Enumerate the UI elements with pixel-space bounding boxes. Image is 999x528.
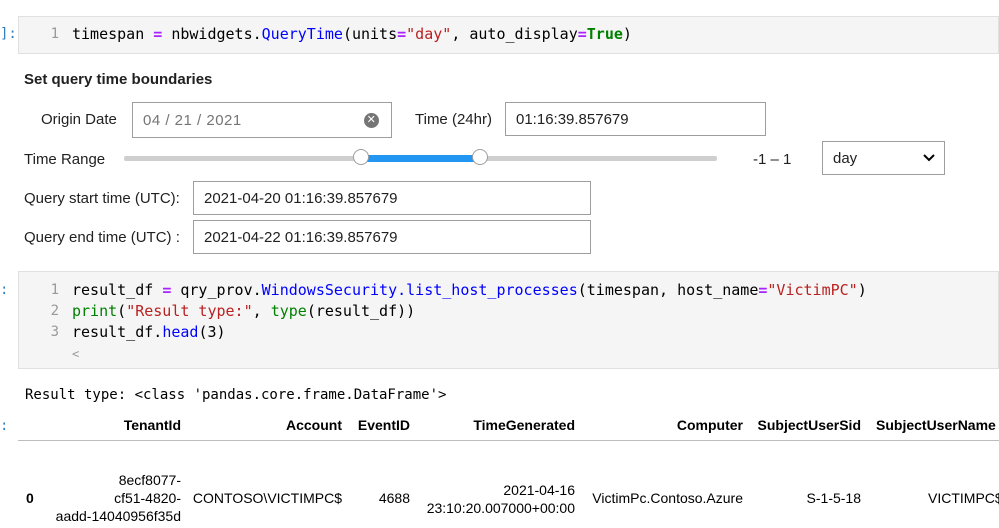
time-input[interactable]: 01:16:39.857679 (505, 102, 766, 136)
code-line: timespan = nbwidgets.QueryTime(units="da… (72, 25, 632, 43)
widget-title: Set query time boundaries (24, 71, 213, 88)
end-time-value: 2021-04-22 01:16:39.857679 (204, 228, 398, 246)
output-prompt: : (0, 418, 9, 434)
code-cell-2[interactable]: 1 result_df = qry_prov.WindowsSecurity.l… (18, 271, 999, 369)
time-range-slider-fill (361, 155, 480, 162)
col-header-eventid: EventID (357, 417, 410, 433)
table-header-row: TenantId Account EventID TimeGenerated C… (18, 410, 999, 441)
start-time-value: 2021-04-20 01:16:39.857679 (204, 189, 398, 207)
time-range-label: Time Range (24, 151, 106, 168)
scroll-left-arrow[interactable]: < (72, 347, 79, 361)
code-cell-1[interactable]: 1 timespan = nbwidgets.QueryTime(units="… (18, 16, 999, 54)
start-time-label: Query start time (UTC): (24, 190, 180, 207)
line-number: 1 (50, 282, 59, 298)
col-header-tenantid: TenantId (123, 417, 181, 433)
cell-tenantid: 8ecf8077- cf51-4820- aadd-14040956f35d (55, 472, 181, 524)
code-line: result_df = qry_prov.WindowsSecurity.lis… (72, 281, 867, 299)
cell-prompt: ]: (0, 26, 17, 42)
chevron-down-icon (923, 154, 935, 162)
code-line: result_df.head(3) (72, 323, 226, 341)
cell-eventid: 4688 (378, 490, 410, 506)
time-value: 01:16:39.857679 (516, 110, 629, 128)
end-time-input[interactable]: 2021-04-22 01:16:39.857679 (193, 220, 591, 254)
cell-subjectusersid: S-1-5-18 (806, 490, 861, 506)
cell-timegenerated: 2021-04-16 23:10:20.007000+00:00 (426, 482, 575, 516)
col-header-timegenerated: TimeGenerated (473, 417, 575, 433)
col-header-subjectusersid: SubjectUserSid (757, 417, 861, 433)
line-number: 1 (50, 26, 59, 42)
code-line: print("Result type:", type(result_df)) (72, 302, 416, 320)
cell-subjectusername: VICTIMPC$ (928, 490, 999, 506)
end-time-label: Query end time (UTC) : (24, 229, 180, 246)
units-selected: day (833, 149, 858, 167)
range-readout: -1 – 1 (753, 151, 792, 168)
cell-account: CONTOSO\VICTIMPC$ (192, 490, 342, 506)
slider-handle-high[interactable] (471, 149, 488, 165)
origin-date-label: Origin Date (41, 111, 117, 128)
table-row: 0 8ecf8077- cf51-4820- aadd-14040956f35d… (18, 441, 999, 528)
col-header-account: Account (286, 417, 342, 433)
origin-date-value: 04 / 21 / 2021 (143, 111, 242, 129)
start-time-input[interactable]: 2021-04-20 01:16:39.857679 (193, 181, 591, 215)
time-range-slider-track[interactable] (124, 149, 717, 165)
time-label: Time (24hr) (415, 111, 492, 128)
col-header-subjectusername: SubjectUserName (876, 417, 996, 433)
slider-handle-low[interactable] (353, 149, 370, 165)
cell-computer: VictimPc.Contoso.Azure (592, 490, 743, 506)
cell-prompt: : (0, 282, 9, 298)
clear-icon[interactable]: ✕ (364, 113, 379, 128)
col-header-computer: Computer (676, 417, 743, 433)
output-text: Result type: <class 'pandas.core.frame.D… (25, 387, 447, 403)
line-number: 2 (50, 303, 59, 319)
units-dropdown[interactable]: day (822, 141, 945, 175)
line-number: 3 (50, 324, 59, 340)
origin-date-input[interactable]: 04 / 21 / 2021 ✕ (132, 102, 392, 138)
